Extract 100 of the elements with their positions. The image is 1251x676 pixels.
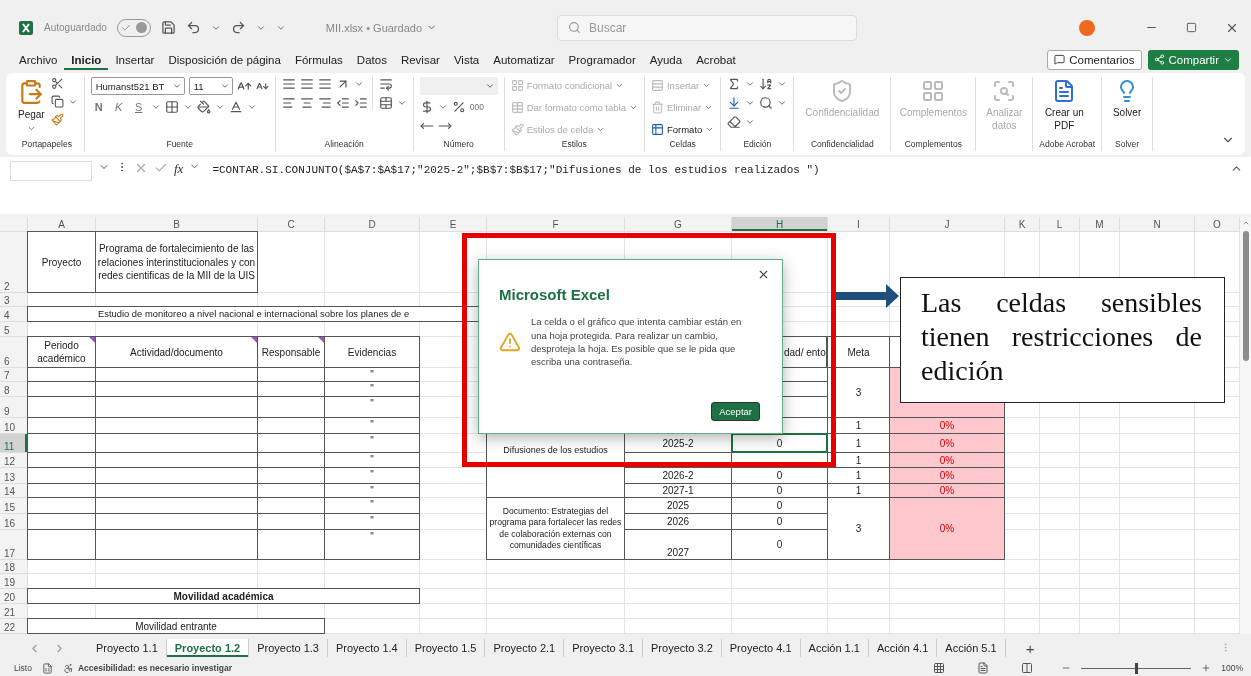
search-icon[interactable] xyxy=(568,21,581,35)
search-icon[interactable] xyxy=(759,96,774,111)
ribbon-button[interactable]: Crear un PDF xyxy=(1039,77,1090,135)
sheet-tab[interactable]: Acción 1.1 xyxy=(800,639,869,658)
restore-icon[interactable] xyxy=(1186,20,1197,35)
align-icon[interactable] xyxy=(281,77,296,92)
speech-bubble-icon[interactable] xyxy=(1054,54,1066,66)
menu-tab[interactable]: Inicio xyxy=(64,49,109,70)
accessibility-icon[interactable] xyxy=(62,662,74,674)
undo-icon[interactable] xyxy=(185,20,201,36)
row-header[interactable]: 20 xyxy=(0,589,28,605)
indent-increase-icon[interactable] xyxy=(353,96,368,111)
user-avatar[interactable] xyxy=(1079,19,1095,36)
formula-text[interactable]: =CONTAR.SI.CONJUNTO($A$7:$A$17;"2025-2";$B$7:$B$17;"Difusiones de los estudios realizados ") xyxy=(212,160,820,176)
column-header[interactable]: I xyxy=(828,217,890,233)
sheet-tab[interactable]: Proyecto 1.2 xyxy=(166,639,250,658)
font-style-button[interactable]: K xyxy=(110,101,127,114)
column-header[interactable]: C xyxy=(258,217,325,233)
menu-tab[interactable]: Disposición de página xyxy=(161,49,288,70)
align-center-icon[interactable] xyxy=(299,96,314,111)
percent-icon[interactable] xyxy=(451,100,466,115)
column-header[interactable]: L xyxy=(1040,217,1080,233)
column-header[interactable]: H xyxy=(732,217,828,233)
row-header[interactable]: 19 xyxy=(0,574,28,590)
row-header[interactable]: 12 xyxy=(0,453,28,469)
row-header[interactable]: 6 xyxy=(0,337,28,369)
page-layout-icon[interactable] xyxy=(977,662,990,675)
row-header[interactable]: 17 xyxy=(0,530,28,561)
column-header[interactable]: J xyxy=(890,217,1005,233)
row-header[interactable]: 18 xyxy=(0,560,28,575)
column-header[interactable]: O xyxy=(1195,217,1240,233)
sheet-tab[interactable]: Acción 4.1 xyxy=(868,639,938,658)
sheet-tab[interactable]: Acción 5.1 xyxy=(937,639,1006,658)
thousands-button[interactable]: 000 xyxy=(469,102,484,113)
row-header[interactable]: 15 xyxy=(0,498,28,515)
merge-cells-icon[interactable] xyxy=(378,96,393,111)
comments-button[interactable]: Comentarios xyxy=(1047,49,1142,70)
row-header[interactable]: 11 xyxy=(0,434,28,454)
menu-tab[interactable]: Ayuda xyxy=(642,49,690,70)
column-header[interactable]: K xyxy=(1005,217,1040,233)
column-header[interactable]: N xyxy=(1120,217,1195,233)
macro-icon[interactable] xyxy=(41,662,53,674)
column-header[interactable]: G xyxy=(625,217,732,233)
row-header[interactable]: 7 xyxy=(0,368,28,383)
font-style-button[interactable]: S xyxy=(130,101,147,114)
menu-tab[interactable]: Fórmulas xyxy=(287,49,350,70)
row-header[interactable]: 3 xyxy=(0,293,28,308)
insert-function-button[interactable]: fx xyxy=(174,160,184,177)
sheet-tab[interactable]: Proyecto 1.5 xyxy=(406,639,486,658)
font-size-select[interactable]: 11 xyxy=(188,77,233,96)
column-header[interactable]: D xyxy=(325,217,420,233)
align-icon[interactable] xyxy=(317,77,332,92)
align-icon[interactable] xyxy=(299,77,314,92)
row-header[interactable]: 10 xyxy=(0,418,28,435)
accessibility-status[interactable]: Accesibilidad: es necesario investigar xyxy=(77,663,232,674)
menu-tab[interactable]: Vista xyxy=(446,49,487,70)
menu-tab[interactable]: Insertar xyxy=(108,49,162,70)
menu-tab[interactable]: Revisar xyxy=(393,49,447,70)
sheet-tab[interactable]: Proyecto 1.4 xyxy=(327,639,407,658)
zoom-level[interactable]: 100% xyxy=(1221,663,1243,674)
share-button[interactable]: Compartir xyxy=(1147,49,1239,70)
row-header[interactable]: 22 xyxy=(0,619,28,635)
row-header[interactable]: 9 xyxy=(0,397,28,419)
row-header[interactable]: 13 xyxy=(0,468,28,485)
check-icon[interactable] xyxy=(120,22,131,33)
sheet-tab[interactable]: Proyecto 1.1 xyxy=(88,639,167,658)
borders-icon[interactable] xyxy=(164,100,179,115)
eraser-icon[interactable] xyxy=(727,115,742,130)
sheet-tab[interactable]: Proyecto 3.2 xyxy=(643,639,722,658)
sheet-tab[interactable]: Proyecto 1.3 xyxy=(249,639,328,658)
ribbon-icon[interactable] xyxy=(650,122,664,136)
paste-button[interactable]: Pegar xyxy=(16,77,47,136)
share-icon[interactable] xyxy=(1153,54,1165,66)
zoom-thumb[interactable] xyxy=(1135,662,1139,674)
zoom-in-icon[interactable] xyxy=(1201,663,1212,674)
sort-icon[interactable] xyxy=(759,77,774,92)
sheet-tab[interactable]: Proyecto 2.1 xyxy=(485,639,565,658)
menu-tab[interactable]: Archivo xyxy=(12,49,65,70)
row-header[interactable]: 8 xyxy=(0,382,28,398)
fill-color-icon[interactable] xyxy=(196,100,211,115)
add-sheet-button[interactable]: + xyxy=(1021,639,1039,657)
font-color-icon[interactable] xyxy=(228,100,243,115)
font-style-button[interactable]: N xyxy=(90,101,107,114)
row-header[interactable]: 16 xyxy=(0,514,28,531)
page-break-icon[interactable] xyxy=(1021,662,1034,675)
row-header[interactable]: 14 xyxy=(0,484,28,499)
indent-decrease-icon[interactable] xyxy=(335,96,350,111)
row-header[interactable]: 2 xyxy=(0,232,28,294)
normal-view-icon[interactable] xyxy=(933,662,946,675)
ribbon-button[interactable]: Formato xyxy=(650,121,715,138)
redo-icon[interactable] xyxy=(230,20,246,36)
column-header[interactable]: M xyxy=(1080,217,1120,233)
row-header[interactable]: 4 xyxy=(0,307,28,323)
vertical-scrollbar[interactable] xyxy=(1240,217,1251,635)
font-select[interactable]: Humanst521 BT xyxy=(90,77,185,96)
copy-icon[interactable] xyxy=(50,95,64,109)
column-header[interactable]: E xyxy=(420,217,487,233)
row-header[interactable]: 21 xyxy=(0,604,28,620)
menu-tab[interactable]: Datos xyxy=(349,49,394,70)
align-right-icon[interactable] xyxy=(317,96,332,111)
